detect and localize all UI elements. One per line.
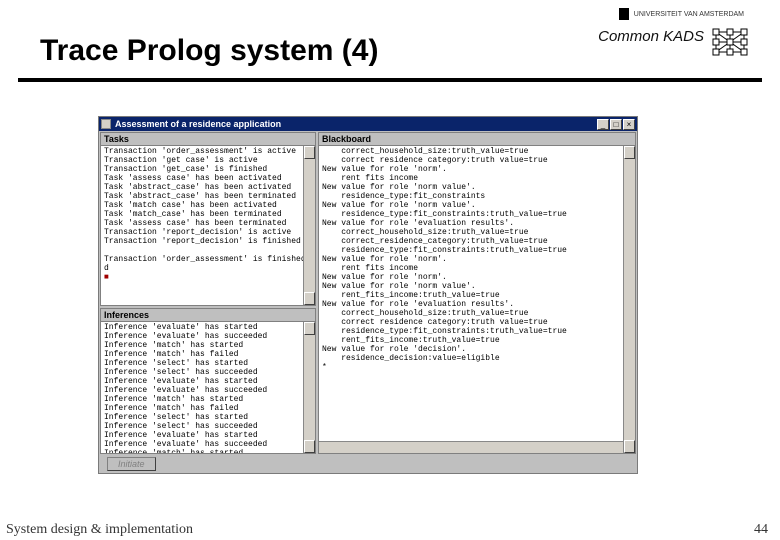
slide-title: Trace Prolog system (4) <box>40 34 378 68</box>
title-rule <box>18 78 762 82</box>
initiate-button[interactable]: Initiate <box>107 457 156 471</box>
commonkads-text: Common KADS <box>598 28 704 45</box>
blackboard-pane: Blackboard correct_household_size:truth_… <box>318 132 636 454</box>
inferences-content: Inference 'evaluate' has started Inferen… <box>101 322 315 453</box>
blackboard-content: correct_household_size:truth_value=true … <box>319 146 635 373</box>
panes: Tasks Transaction 'order_assessment' is … <box>99 131 637 455</box>
tasks-header: Tasks <box>101 133 315 146</box>
bottom-bar: Initiate <box>99 455 637 473</box>
grid-icon <box>710 28 750 56</box>
close-button[interactable]: × <box>623 119 635 130</box>
inferences-header: Inferences <box>101 309 315 322</box>
slide: UNIVERSITEIT VAN AMSTERDAM Common KADS T… <box>0 0 780 540</box>
logo-area: UNIVERSITEIT VAN AMSTERDAM Common KADS <box>580 8 750 68</box>
tasks-pane: Tasks Transaction 'order_assessment' is … <box>100 132 316 306</box>
scrollbar-vertical[interactable] <box>303 322 315 453</box>
university-name: UNIVERSITEIT VAN AMSTERDAM <box>634 11 744 18</box>
footer-left: System design & implementation <box>6 522 193 538</box>
app-icon <box>101 119 111 129</box>
slide-footer: System design & implementation 44 <box>6 522 768 538</box>
maximize-button[interactable]: □ <box>610 119 622 130</box>
university-logo: UNIVERSITEIT VAN AMSTERDAM <box>580 8 750 20</box>
blackboard-header: Blackboard <box>319 133 635 146</box>
scrollbar-vertical[interactable] <box>303 146 315 305</box>
minimize-button[interactable]: _ <box>597 119 609 130</box>
window-title: Assessment of a residence application <box>115 119 596 129</box>
app-window: Assessment of a residence application _ … <box>98 116 638 474</box>
badge-icon <box>619 8 629 20</box>
scrollbar-horizontal[interactable] <box>319 441 623 453</box>
scrollbar-vertical[interactable] <box>623 146 635 453</box>
commonkads-logo: Common KADS <box>580 28 750 45</box>
titlebar[interactable]: Assessment of a residence application _ … <box>99 117 637 131</box>
tasks-content: Transaction 'order_assessment' is active… <box>101 146 315 283</box>
footer-page-number: 44 <box>754 522 768 538</box>
inferences-pane: Inferences Inference 'evaluate' has star… <box>100 308 316 454</box>
